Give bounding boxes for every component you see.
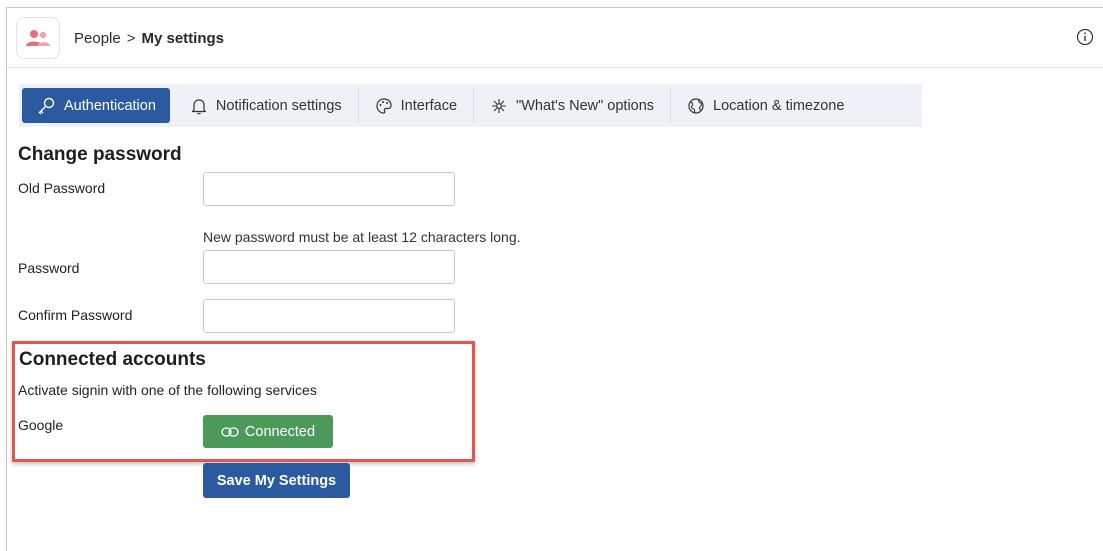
palette-icon <box>376 97 392 114</box>
info-icon[interactable] <box>1076 28 1094 46</box>
tab-whats-new-options[interactable]: "What's New" options <box>474 88 672 123</box>
globe-icon <box>688 97 704 114</box>
old-password-label: Old Password <box>18 180 106 196</box>
bell-icon <box>191 98 207 114</box>
old-password-input[interactable] <box>203 172 455 206</box>
key-icon <box>38 97 55 114</box>
breadcrumb-people[interactable]: People <box>74 30 121 47</box>
tab-authentication[interactable]: Authentication <box>22 88 170 123</box>
password-hint: New password must be at least 12 charact… <box>203 229 521 245</box>
tab-label: Interface <box>400 97 458 114</box>
settings-tabs: Authentication Notification settings Int… <box>19 84 922 127</box>
connected-accounts-highlight <box>12 341 475 462</box>
tab-label: "What's New" options <box>516 97 655 114</box>
tab-interface[interactable]: Interface <box>359 88 475 123</box>
sparkle-icon <box>492 98 507 113</box>
breadcrumb-current: My settings <box>141 30 224 47</box>
password-label: Password <box>18 260 80 276</box>
password-input[interactable] <box>203 250 455 284</box>
tab-label: Notification settings <box>215 97 342 114</box>
tab-label: Location & timezone <box>713 97 845 114</box>
people-app-icon[interactable] <box>16 17 60 59</box>
breadcrumb: People > My settings <box>74 30 224 47</box>
top-bar: People > My settings <box>7 8 1103 68</box>
change-password-heading: Change password <box>18 144 182 165</box>
main-window: People > My settings Authentication Noti… <box>6 7 1103 551</box>
breadcrumb-separator: > <box>126 30 136 47</box>
tab-label: Authentication <box>64 97 156 114</box>
save-settings-button[interactable]: Save My Settings <box>203 463 350 498</box>
people-icon <box>26 30 50 46</box>
tab-location-timezone[interactable]: Location & timezone <box>671 88 860 123</box>
tab-notification-settings[interactable]: Notification settings <box>174 88 359 123</box>
confirm-password-label: Confirm Password <box>18 307 133 323</box>
confirm-password-input[interactable] <box>203 299 455 333</box>
